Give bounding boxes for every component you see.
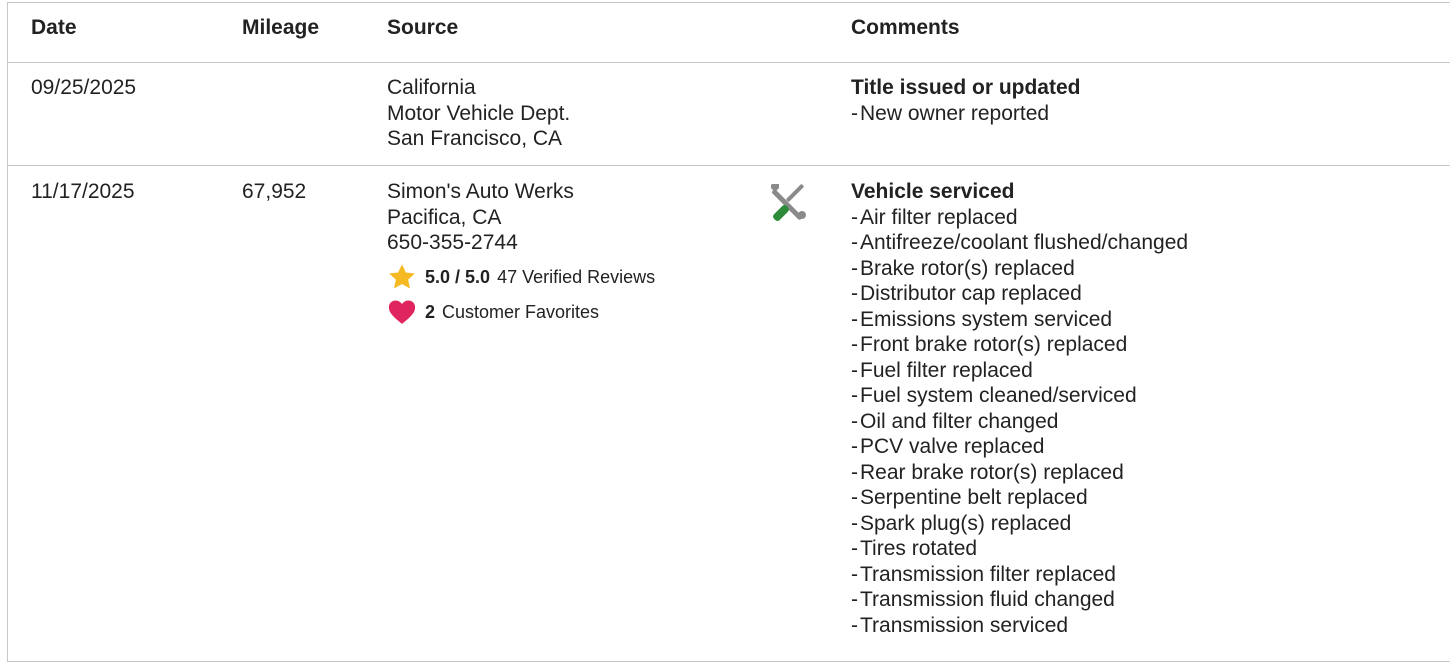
row1-source-line: San Francisco, CA [387, 127, 563, 150]
row2-comment-title: Vehicle serviced [851, 180, 1015, 203]
header-divider [8, 62, 1450, 63]
row1-source-line: Motor Vehicle Dept. [387, 101, 571, 125]
row2-comment-item: -Fuel system cleaned/serviced [851, 384, 1137, 407]
header-mileage: Mileage [242, 16, 320, 39]
row2-comment-item: -Transmission filter replaced [851, 562, 1116, 586]
row2-comments: Vehicle serviced -Air filter replaced -An… [851, 179, 1188, 638]
row2-comment-item: -Rear brake rotor(s) replaced [851, 460, 1124, 484]
row2-comment-item: -Front brake rotor(s) replaced [851, 333, 1128, 356]
row2-comment-item: -Transmission fluid changed [851, 588, 1115, 611]
row2-comment-item: -Brake rotor(s) replaced [851, 256, 1075, 280]
shop-rating[interactable]: 5.0 / 5.0 47 Verified Reviews [387, 262, 655, 292]
row1-source-line: California [387, 76, 476, 99]
row2-comment-item: -Tires rotated [851, 537, 978, 560]
row2-source: Simon's Auto Werks Pacifica, CA 650-355-… [387, 179, 574, 256]
row2-comment-item: -Antifreeze/coolant flushed/changed [851, 231, 1189, 254]
row2-comment-list: -Air filter replaced -Antifreeze/coolant … [851, 205, 1188, 639]
service-wrench-screwdriver-icon [771, 184, 806, 221]
row2-comment-item: -Transmission serviced [851, 613, 1069, 637]
row2-comment-item: -Fuel filter replaced [851, 358, 1033, 382]
row2-comment-item: -Distributor cap replaced [851, 282, 1082, 305]
header-comments: Comments [851, 16, 960, 39]
heart-icon [388, 300, 416, 324]
favorites-label: Customer Favorites [442, 301, 600, 322]
row1-comments: Title issued or updated -New owner repor… [851, 75, 1080, 126]
row2-comment-item: -Serpentine belt replaced [851, 486, 1088, 509]
favorites-count: 2 [425, 301, 436, 322]
row2-comment-item: -Air filter replaced [851, 205, 1018, 229]
rating-reviews: 47 Verified Reviews [497, 266, 656, 287]
shop-name-link[interactable]: Simon's Auto Werks [387, 179, 574, 205]
row2-comment-item: -Oil and filter changed [851, 409, 1059, 433]
row1-date: 09/25/2025 [31, 76, 137, 99]
shop-phone: 650-355-2744 [387, 231, 518, 254]
row2-date: 11/17/2025 [31, 180, 135, 203]
row1-comment-item: -New owner reported [851, 101, 1050, 125]
row1-comment-title: Title issued or updated [851, 76, 1081, 99]
header-source: Source [387, 16, 459, 39]
shop-favorites[interactable]: 2 Customer Favorites [387, 297, 599, 327]
header-date: Date [31, 16, 77, 39]
row2-comment-item: -PCV valve replaced [851, 435, 1045, 458]
row-divider [8, 165, 1450, 166]
row2-source-line: Pacifica, CA [387, 205, 502, 229]
rating-score: 5.0 / 5.0 [425, 266, 491, 287]
vehicle-history-table [7, 2, 1450, 662]
row2-comment-item: -Emissions system serviced [851, 307, 1113, 331]
row2-comment-item: -Spark plug(s) replaced [851, 511, 1072, 535]
row2-mileage: 67,952 [242, 180, 307, 203]
star-icon [389, 264, 415, 289]
row1-source: California Motor Vehicle Dept. San Franc… [387, 75, 570, 152]
